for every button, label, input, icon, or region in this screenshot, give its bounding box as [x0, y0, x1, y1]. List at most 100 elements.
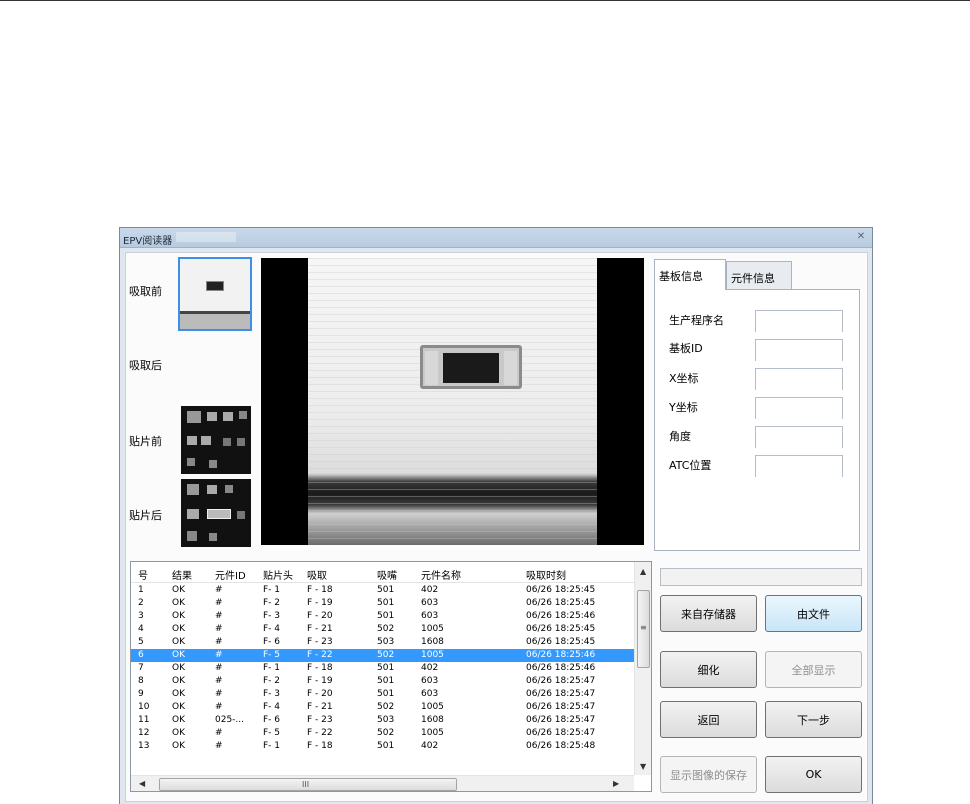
ok-button[interactable]: OK [765, 756, 862, 793]
refine-button[interactable]: 细化 [660, 651, 757, 688]
dialog-client: 吸取前 吸取后 贴片前 贴片后 基板信息 元件信息 生产程序名 基板ID X坐标… [125, 252, 868, 802]
after-place-label: 贴片后 [129, 509, 162, 522]
row-component-name: 603 [421, 689, 439, 699]
row-head: F- 2 [263, 676, 281, 686]
row-result: OK [172, 728, 185, 738]
table-row[interactable]: 12 OK # F- 5 F - 22 502 1005 06/26 18:25:47 [131, 727, 634, 740]
scroll-left-icon[interactable]: ◀ [139, 779, 145, 788]
row-result: OK [172, 689, 185, 699]
row-nozzle: 501 [377, 689, 395, 699]
atc-position-label: ATC位置 [669, 459, 712, 472]
col-header-nozzle[interactable]: 吸嘴 [377, 567, 397, 582]
row-component-id: # [215, 663, 223, 673]
table-row[interactable]: 10 OK # F- 4 F - 21 502 1005 06/26 18:25:47 [131, 701, 634, 714]
row-nozzle: 501 [377, 663, 395, 673]
board-id-field [755, 339, 843, 361]
row-head: F- 4 [263, 624, 281, 634]
title-bar[interactable]: EPV阅读器 ✕ [120, 228, 872, 248]
row-component-name: 1005 [421, 624, 444, 634]
table-row[interactable]: 2 OK # F- 2 F - 19 501 603 06/26 18:25:45 [131, 597, 634, 610]
board-info-panel: 生产程序名 基板ID X坐标 Y坐标 角度 ATC位置 [654, 289, 860, 551]
row-nozzle: 501 [377, 676, 395, 686]
row-pickup: F - 20 [307, 611, 333, 621]
row-component-id: # [215, 624, 223, 634]
row-nozzle: 501 [377, 585, 395, 595]
table-row[interactable]: 5 OK # F- 6 F - 23 503 1608 06/26 18:25:45 [131, 636, 634, 649]
after-place-thumbnail[interactable] [181, 479, 251, 547]
col-header-no[interactable]: 号 [138, 567, 148, 582]
row-nozzle: 502 [377, 728, 395, 738]
row-result: OK [172, 624, 185, 634]
scroll-right-icon[interactable]: ▶ [613, 779, 619, 788]
row-component-id: # [215, 702, 223, 712]
row-component-name: 603 [421, 598, 439, 608]
from-memory-button[interactable]: 来自存储器 [660, 595, 757, 632]
row-pickup: F - 20 [307, 689, 333, 699]
window-title: EPV阅读器 [123, 236, 173, 247]
horizontal-scroll-thumb[interactable]: III [159, 778, 457, 791]
table-row[interactable]: 7 OK # F- 1 F - 18 501 402 06/26 18:25:46 [131, 662, 634, 675]
scroll-down-icon[interactable]: ▼ [640, 762, 646, 771]
row-component-id: # [215, 676, 223, 686]
row-component-id: # [215, 650, 223, 660]
row-pickup: F - 23 [307, 715, 333, 725]
save-image-button[interactable]: 显示图像的保存 [660, 756, 757, 793]
row-pickup-time: 06/26 18:25:46 [526, 611, 596, 621]
table-row[interactable]: 1 OK # F- 1 F - 18 501 402 06/26 18:25:45 [131, 584, 634, 597]
pickup-result-list[interactable]: 号 结果 元件ID 贴片头 吸取 吸嘴 元件名称 吸取时刻 1 OK # F- 1 F … [130, 561, 652, 792]
table-row[interactable]: 3 OK # F- 3 F - 20 501 603 06/26 18:25:46 [131, 610, 634, 623]
close-icon[interactable]: ✕ [854, 231, 868, 243]
chip-component [420, 345, 522, 389]
col-header-pickup[interactable]: 吸取 [307, 567, 327, 582]
row-component-name: 1005 [421, 702, 444, 712]
table-row[interactable]: 13 OK # F- 1 F - 18 501 402 06/26 18:25:48 [131, 740, 634, 753]
row-pickup: F - 23 [307, 637, 333, 647]
x-coord-field [755, 368, 843, 390]
table-row[interactable]: 6 OK # F- 5 F - 22 502 1005 06/26 18:25:46 [131, 649, 634, 662]
col-header-pickup-time[interactable]: 吸取时刻 [526, 567, 566, 582]
table-row[interactable]: 4 OK # F- 4 F - 21 502 1005 06/26 18:25:45 [131, 623, 634, 636]
top-rule [0, 0, 970, 1]
vertical-scrollbar[interactable]: ▲ ≡ ▼ [634, 562, 651, 775]
row-result: OK [172, 676, 185, 686]
col-header-head[interactable]: 贴片头 [263, 567, 293, 582]
tab-component-info[interactable]: 元件信息 [726, 261, 792, 289]
before-pickup-thumbnail[interactable] [178, 257, 252, 331]
vertical-scroll-thumb[interactable]: ≡ [637, 590, 650, 668]
row-no: 1 [138, 585, 144, 595]
row-nozzle: 502 [377, 624, 395, 634]
row-pickup: F - 21 [307, 624, 333, 634]
show-all-button[interactable]: 全部显示 [765, 651, 862, 688]
row-result: OK [172, 715, 185, 725]
from-file-button[interactable]: 由文件 [765, 595, 862, 632]
program-name-field [755, 310, 843, 332]
after-pickup-label: 吸取后 [129, 359, 162, 372]
row-pickup-time: 06/26 18:25:47 [526, 728, 596, 738]
row-no: 7 [138, 663, 144, 673]
row-pickup: F - 18 [307, 585, 333, 595]
row-component-name: 402 [421, 741, 439, 751]
table-row[interactable]: 11 OK 025-... F- 6 F - 23 503 1608 06/26 18:25:… [131, 714, 634, 727]
row-head: F- 5 [263, 650, 281, 660]
table-row[interactable]: 8 OK # F- 2 F - 19 501 603 06/26 18:25:47 [131, 675, 634, 688]
row-head: F- 2 [263, 598, 281, 608]
row-nozzle: 503 [377, 637, 395, 647]
horizontal-scrollbar[interactable]: ◀ III ▶ [131, 775, 634, 791]
row-component-id: # [215, 728, 223, 738]
component-image-viewer[interactable] [261, 258, 644, 545]
tab-board-info[interactable]: 基板信息 [654, 259, 726, 290]
y-coord-label: Y坐标 [669, 401, 698, 414]
col-header-component-id[interactable]: 元件ID [215, 567, 246, 582]
back-button[interactable]: 返回 [660, 701, 757, 738]
col-header-result[interactable]: 结果 [172, 567, 192, 582]
table-row[interactable]: 9 OK # F- 3 F - 20 501 603 06/26 18:25:47 [131, 688, 634, 701]
scroll-up-icon[interactable]: ▲ [640, 567, 646, 576]
before-place-thumbnail[interactable] [181, 406, 251, 474]
vertical-grip-icon: ≡ [640, 623, 647, 632]
col-header-component-name[interactable]: 元件名称 [421, 567, 461, 582]
next-step-button[interactable]: 下一步 [765, 701, 862, 738]
angle-field [755, 426, 843, 448]
row-component-id: # [215, 741, 223, 751]
row-pickup-time: 06/26 18:25:45 [526, 585, 596, 595]
epv-reader-window: EPV阅读器 ✕ 吸取前 吸取后 贴片前 贴片后 基板信息 元件信息 生产程序名… [119, 227, 873, 804]
